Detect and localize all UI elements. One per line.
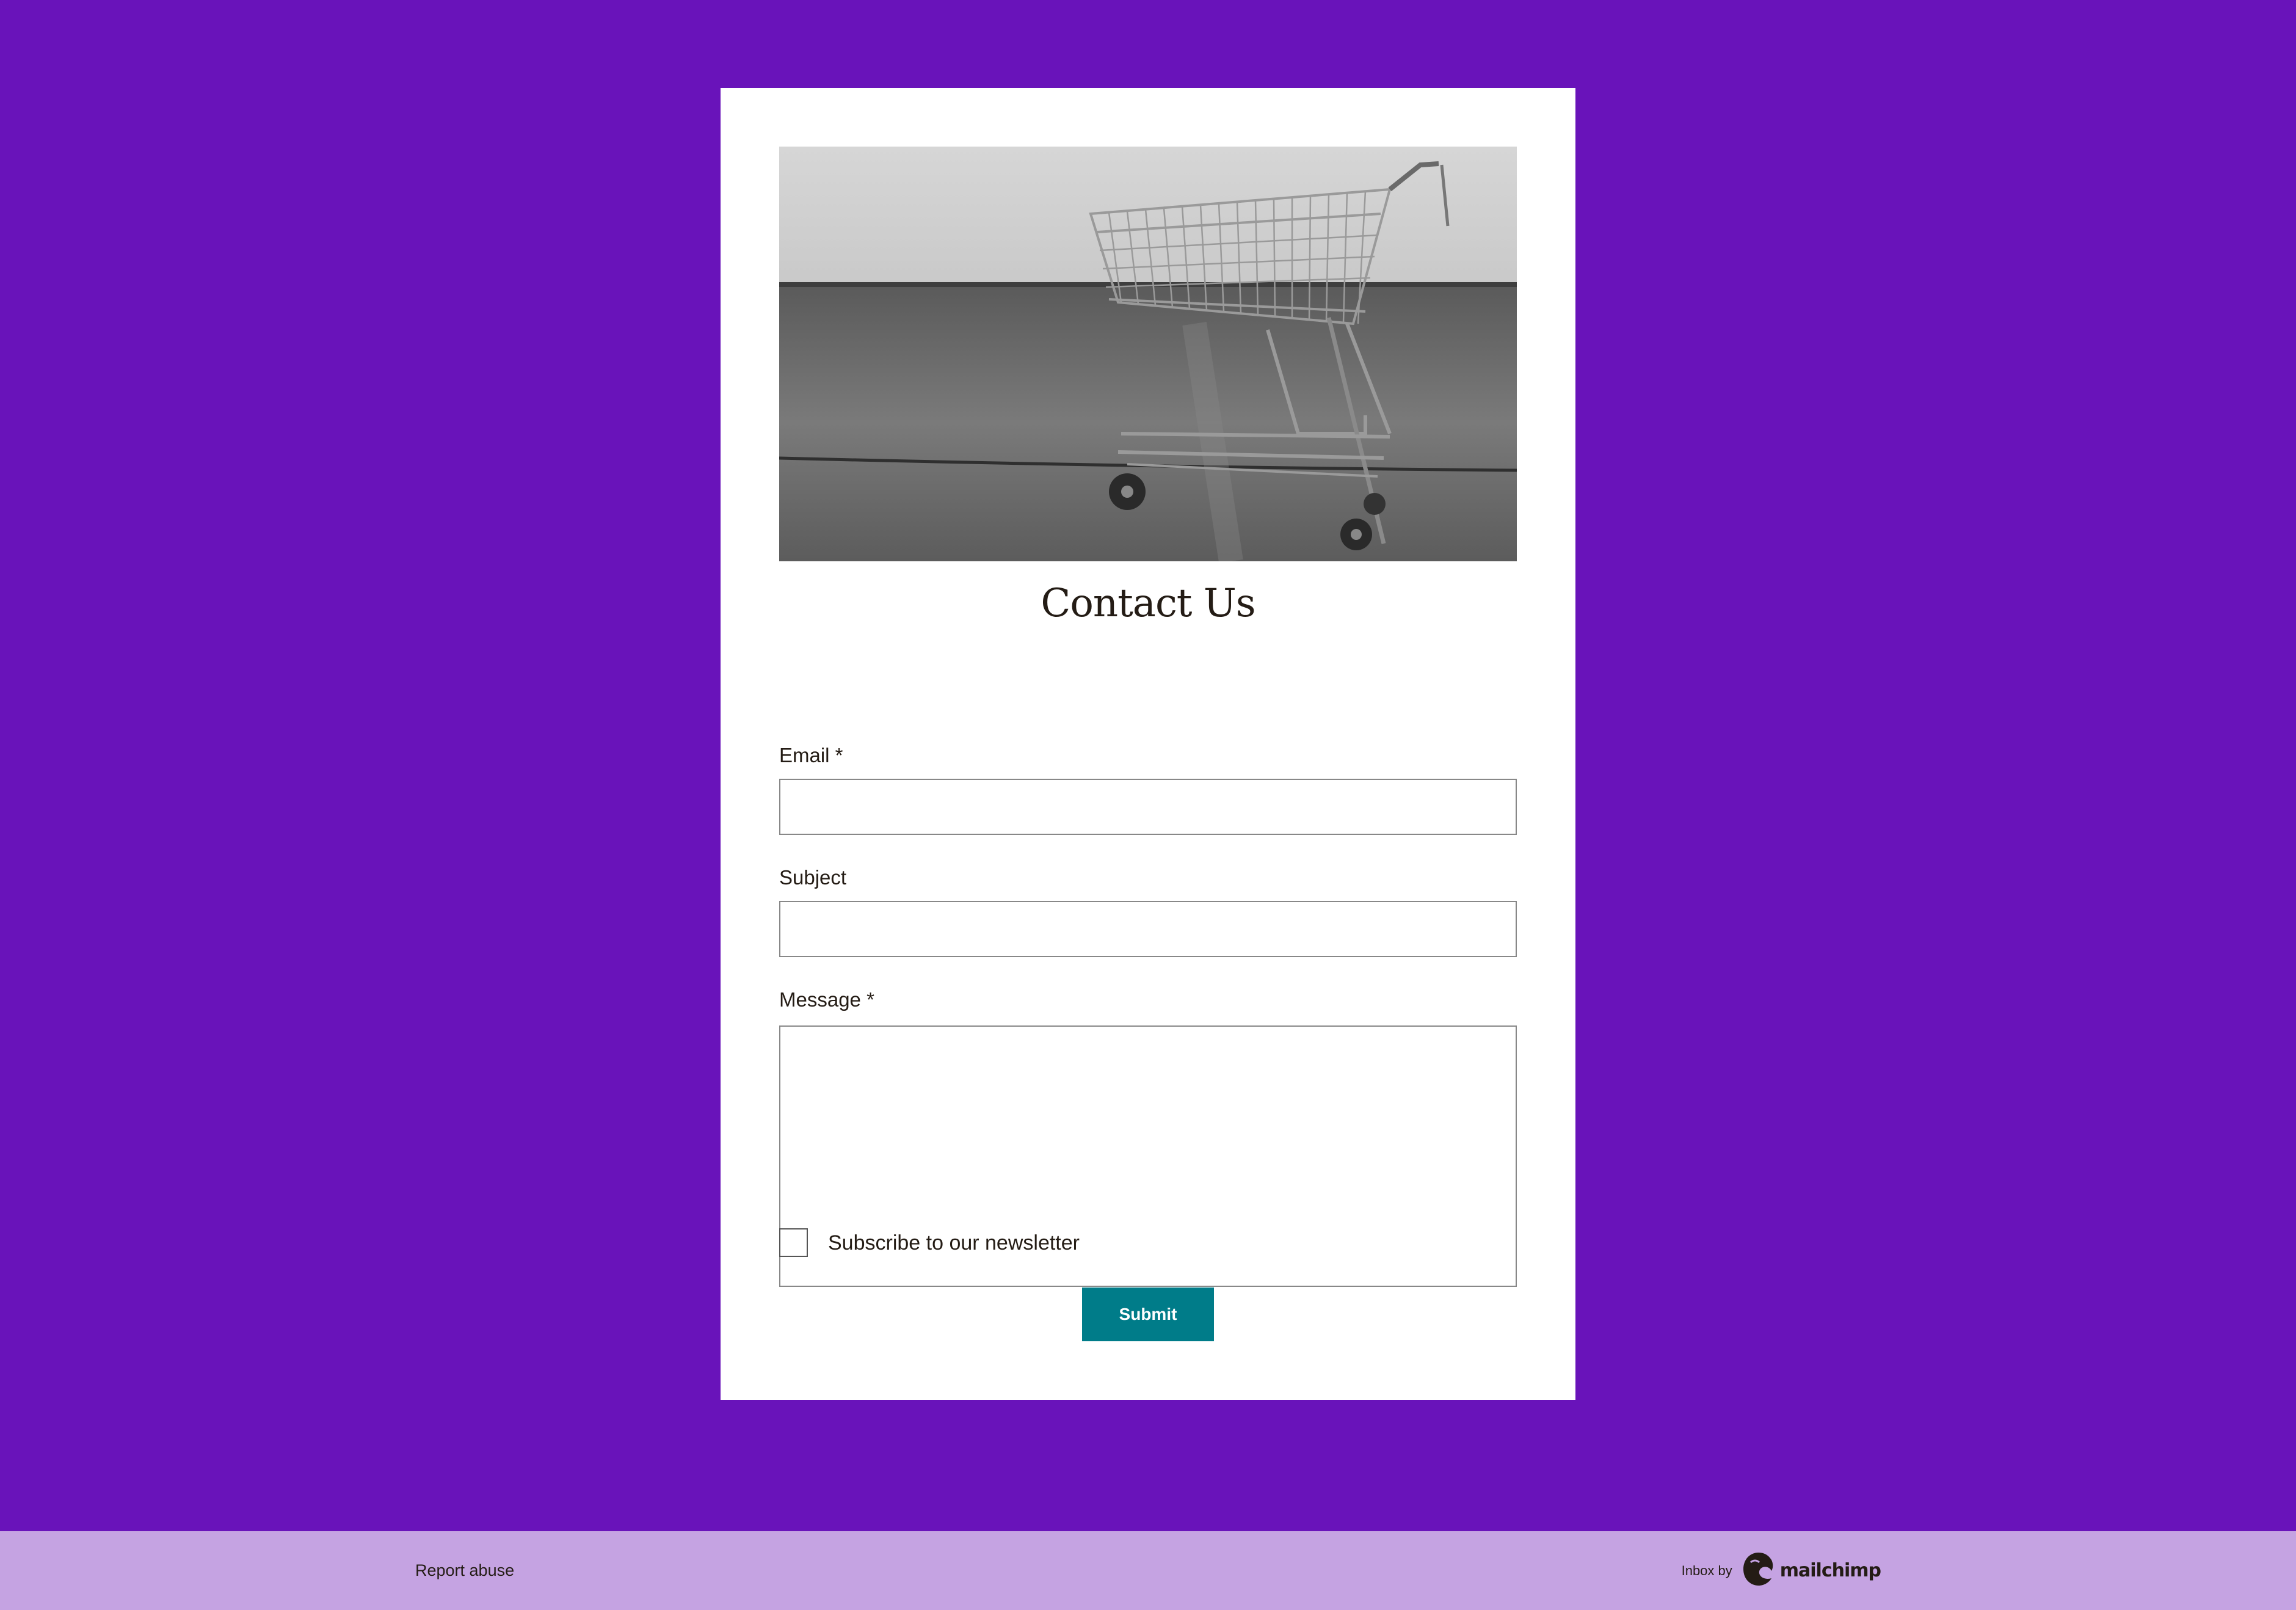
- mailchimp-logo: mailchimp: [1741, 1550, 1881, 1591]
- mailchimp-brand[interactable]: Inbox by mailchimp: [1682, 1531, 1881, 1610]
- inbox-by-label: Inbox by: [1681, 1562, 1732, 1578]
- mailchimp-freddie-icon: [1741, 1550, 1776, 1591]
- hero-image-shopping-cart: [779, 147, 1517, 561]
- newsletter-checkbox-label[interactable]: Subscribe to our newsletter: [828, 1229, 1080, 1258]
- subject-field[interactable]: [779, 901, 1517, 957]
- footer: Report abuse Inbox by mailchimp: [0, 1531, 2296, 1610]
- submit-button[interactable]: Submit: [1082, 1288, 1214, 1341]
- message-label: Message *: [779, 988, 874, 1011]
- page-title: Contact Us: [1041, 581, 1255, 626]
- report-abuse-link[interactable]: Report abuse: [415, 1531, 514, 1610]
- email-label: Email *: [779, 744, 843, 767]
- mailchimp-wordmark: mailchimp: [1779, 1560, 1881, 1581]
- newsletter-checkbox[interactable]: [779, 1228, 808, 1257]
- contact-form-card: Contact Us Email * Subject Message * Sub…: [721, 88, 1575, 1400]
- subject-label: Subject: [779, 866, 847, 889]
- email-field[interactable]: [779, 779, 1517, 835]
